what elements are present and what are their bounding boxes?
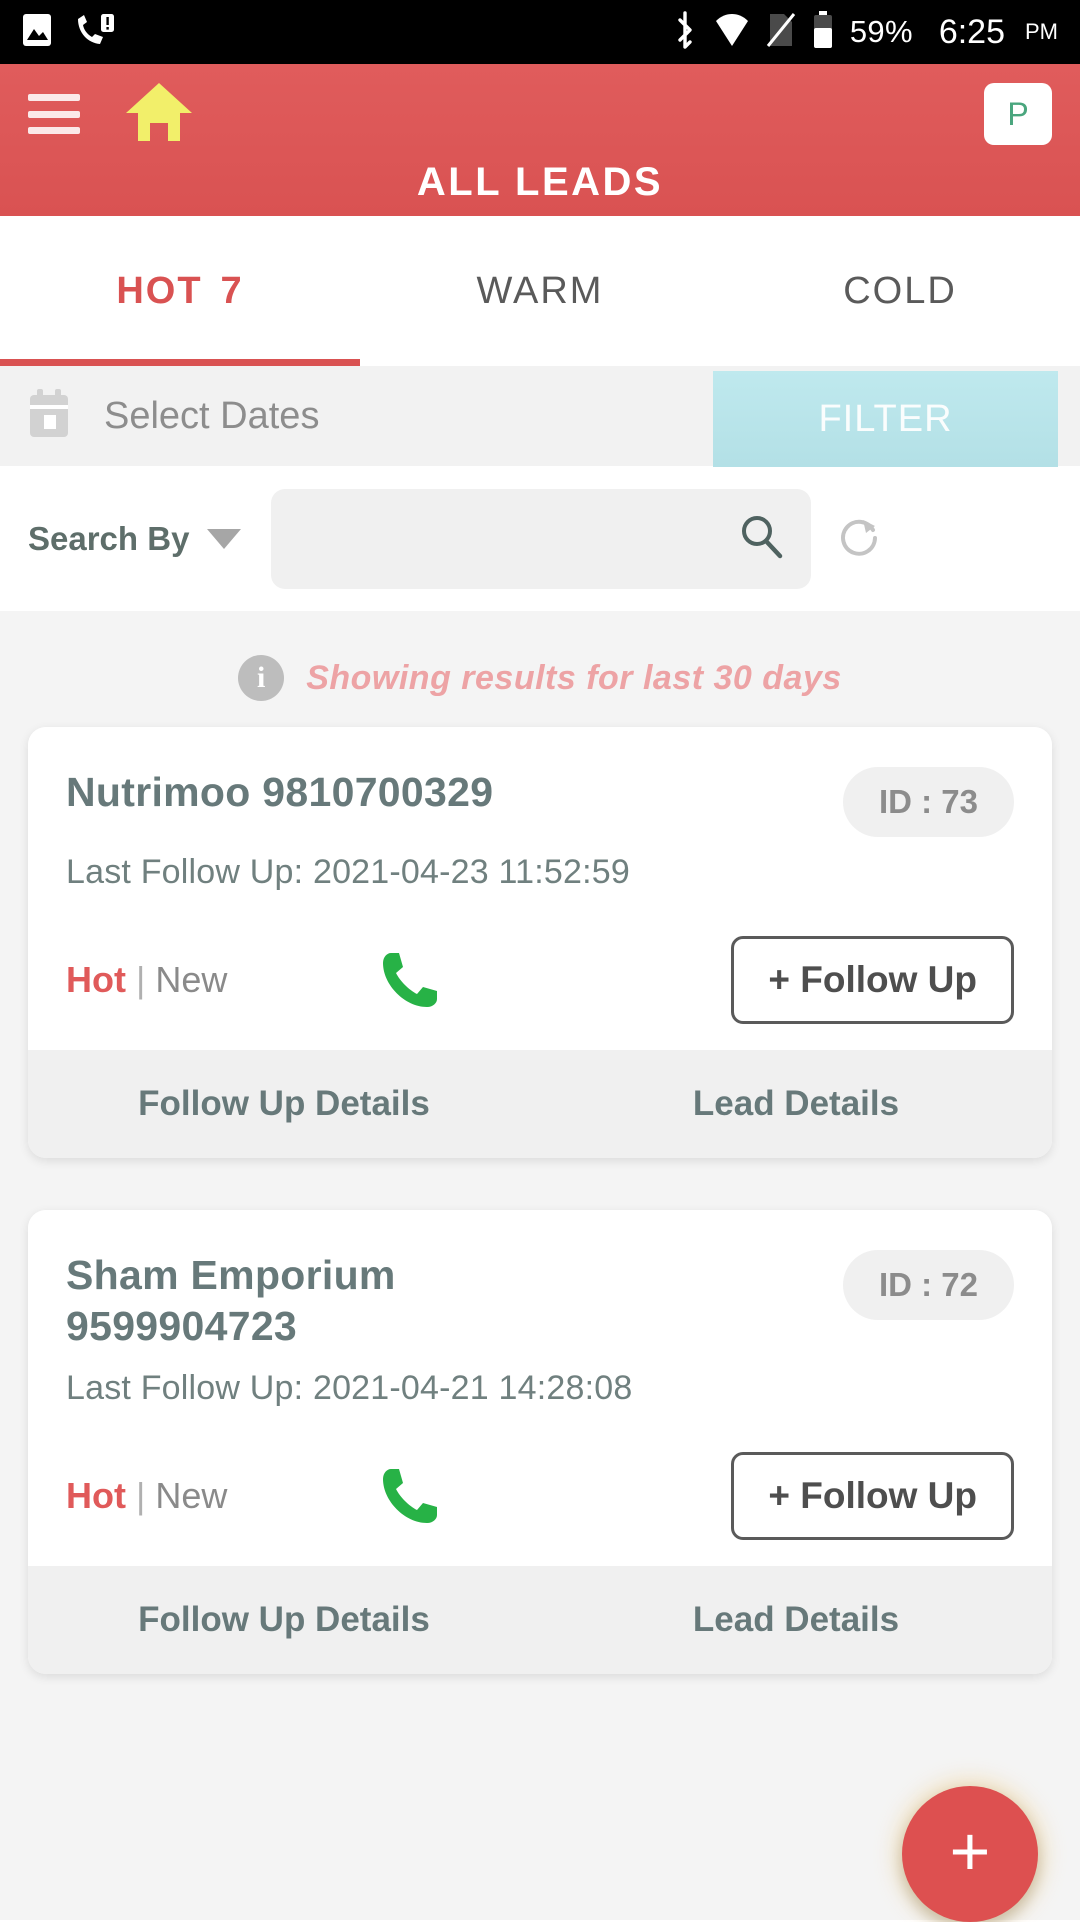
chevron-down-icon (207, 528, 242, 549)
lead-name: Nutrimoo 9810700329 (66, 769, 494, 815)
add-follow-up-button[interactable]: + Follow Up (731, 936, 1014, 1024)
phone-icon[interactable] (377, 947, 443, 1013)
lead-card-body: Nutrimoo 9810700329 ID : 73 Last Follow … (28, 727, 1052, 1050)
lead-status: Hot | New (66, 1475, 227, 1517)
results-banner: i Showing results for last 30 days (0, 611, 1080, 727)
clock-time: 6:25 (938, 12, 1005, 51)
info-icon: i (238, 655, 285, 701)
missed-call-icon (74, 13, 116, 52)
tab-hot[interactable]: HOT 7 (0, 216, 360, 366)
lead-status: Hot | New (66, 959, 227, 1001)
tab-warm-label: WARM (476, 269, 604, 312)
active-tab-indicator (0, 359, 360, 366)
lead-details-link[interactable]: Lead Details (540, 1084, 1052, 1124)
filter-button-label: FILTER (818, 397, 953, 440)
lead-temperature: Hot (66, 1474, 126, 1516)
lead-stage: New (155, 1474, 228, 1516)
home-icon[interactable] (124, 81, 194, 148)
lead-id-badge: ID : 73 (842, 767, 1014, 837)
search-by-dropdown[interactable]: Search By (28, 519, 242, 558)
lead-name: Sham Emporium 9599904723 (66, 1252, 396, 1350)
follow-up-details-link[interactable]: Follow Up Details (28, 1600, 540, 1640)
lead-temperature: Hot (66, 959, 126, 1000)
search-input-wrapper[interactable] (271, 488, 812, 589)
app-bar: P ALL LEADS (0, 64, 1080, 216)
tab-hot-count: 7 (220, 269, 244, 312)
page-title: ALL LEADS (416, 160, 664, 204)
leads-list-container: i Showing results for last 30 days Nutri… (0, 611, 1080, 1922)
status-separator: | (135, 959, 146, 1000)
tab-cold[interactable]: COLD (720, 216, 1080, 366)
lead-stage: New (155, 959, 228, 1000)
lead-card-body: Sham Emporium 9599904723 ID : 72 Last Fo… (28, 1210, 1052, 1566)
results-banner-text: Showing results for last 30 days (306, 658, 842, 697)
lead-card[interactable]: Nutrimoo 9810700329 ID : 73 Last Follow … (28, 727, 1052, 1158)
select-dates-text: Select Dates (104, 394, 320, 437)
search-icon[interactable] (737, 512, 785, 565)
filter-button[interactable]: FILTER (713, 371, 1058, 467)
lead-temperature-tabs: HOT 7 WARM COLD (0, 216, 1080, 366)
lead-card[interactable]: Sham Emporium 9599904723 ID : 72 Last Fo… (28, 1210, 1052, 1674)
image-icon (22, 13, 52, 52)
plus-icon: + (949, 1812, 991, 1890)
hamburger-menu-icon[interactable] (28, 94, 80, 134)
date-filter-bar: Select Dates FILTER (0, 366, 1080, 467)
tab-cold-label: COLD (843, 269, 957, 312)
add-lead-fab[interactable]: + (902, 1786, 1038, 1922)
status-separator: | (135, 1474, 146, 1516)
refresh-icon[interactable] (835, 512, 883, 565)
wifi-icon (714, 13, 750, 52)
tab-hot-label: HOT (116, 269, 203, 312)
battery-icon (812, 10, 834, 54)
add-follow-up-button[interactable]: + Follow Up (731, 1451, 1014, 1540)
clock-ampm: PM (1025, 19, 1058, 44)
lead-details-link[interactable]: Lead Details (540, 1600, 1052, 1640)
lead-id-badge: ID : 72 (842, 1250, 1014, 1320)
profile-avatar[interactable]: P (984, 83, 1052, 145)
lead-card-footer: Follow Up Details Lead Details (28, 1565, 1052, 1674)
sim-off-icon (766, 12, 796, 53)
last-follow-up-text: Last Follow Up: 2021-04-23 11:52:59 (66, 853, 630, 891)
status-bar: 59% 6:25 PM (0, 0, 1080, 64)
profile-initial: P (1007, 95, 1029, 132)
search-by-label: Search By (28, 519, 190, 557)
phone-icon[interactable] (377, 1463, 443, 1529)
calendar-icon (26, 388, 72, 444)
search-input[interactable] (297, 520, 738, 557)
battery-percent: 59% (849, 14, 913, 49)
lead-card-footer: Follow Up Details Lead Details (28, 1050, 1052, 1158)
search-bar: Search By (0, 466, 1080, 611)
follow-up-details-link[interactable]: Follow Up Details (28, 1084, 540, 1124)
bluetooth-icon (672, 10, 698, 54)
tab-warm[interactable]: WARM (360, 216, 720, 366)
last-follow-up-text: Last Follow Up: 2021-04-21 14:28:08 (66, 1368, 633, 1407)
